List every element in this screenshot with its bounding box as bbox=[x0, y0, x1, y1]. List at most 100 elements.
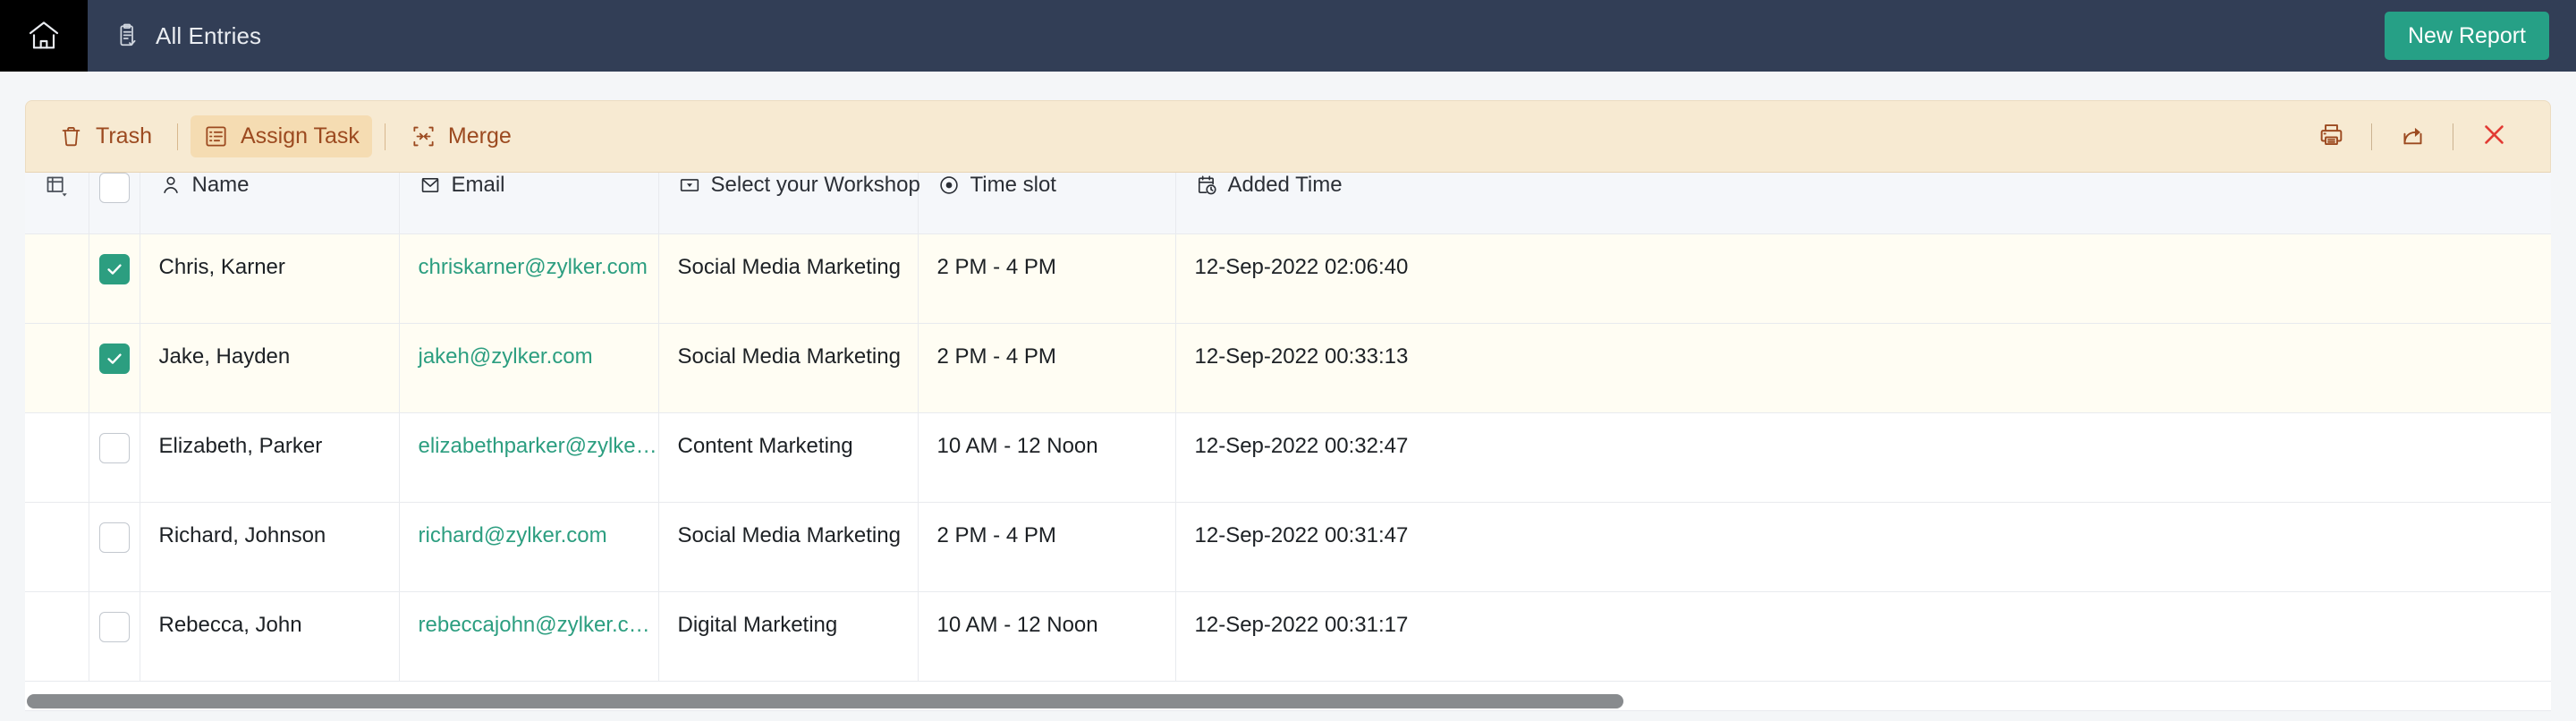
row-options-cell[interactable] bbox=[25, 591, 89, 682]
cell-workshop-text: Social Media Marketing bbox=[677, 522, 901, 547]
row-select-checkbox[interactable] bbox=[98, 253, 130, 284]
row-select-cell[interactable] bbox=[89, 233, 140, 324]
assign-task-button[interactable]: Assign Task bbox=[190, 115, 372, 157]
cell-name-text: Chris, Karner bbox=[158, 254, 285, 279]
column-header-workshop-label: Select your Workshop bbox=[710, 173, 920, 197]
column-header-timeslot[interactable]: Time slot bbox=[918, 173, 1176, 234]
horizontal-scrollbar-track[interactable] bbox=[25, 691, 2551, 711]
cell-name: Elizabeth, Parker bbox=[140, 412, 400, 503]
row-options-cell[interactable] bbox=[25, 233, 89, 324]
cell-workshop: Social Media Marketing bbox=[658, 233, 919, 324]
cell-name: Jake, Hayden bbox=[140, 323, 400, 413]
table-row[interactable]: Elizabeth, Parker elizabethparker@zylker.… bbox=[25, 412, 2551, 503]
toolbar-divider bbox=[176, 123, 178, 150]
row-select-cell[interactable] bbox=[89, 323, 140, 413]
cell-email[interactable]: richard@zylker.com bbox=[399, 502, 659, 592]
column-settings-cell[interactable] bbox=[25, 173, 89, 234]
cell-workshop: Social Media Marketing bbox=[658, 502, 919, 592]
cell-added-time-text: 12-Sep-2022 02:06:40 bbox=[1194, 254, 1409, 279]
row-select-checkbox[interactable] bbox=[98, 343, 130, 374]
table-row[interactable]: Chris, Karner chriskarner@zylker.com Socia… bbox=[25, 233, 2551, 324]
row-select-checkbox[interactable] bbox=[98, 432, 130, 463]
table-header-row: Name Email Select your Workshop Time slo… bbox=[25, 173, 2551, 234]
cell-workshop-text: Digital Marketing bbox=[677, 612, 838, 637]
toolbar-divider bbox=[384, 123, 386, 150]
close-toolbar-button[interactable] bbox=[2470, 113, 2518, 161]
cell-email-text[interactable]: chriskarner@zylker.com bbox=[400, 234, 658, 280]
page-bottom-strip bbox=[0, 712, 2576, 721]
row-options-cell[interactable] bbox=[25, 502, 89, 592]
table-row[interactable]: Richard, Johnson richard@zylker.com Social… bbox=[25, 502, 2551, 592]
cell-name: Rebecca, John bbox=[140, 591, 400, 682]
cell-timeslot-text: 2 PM - 4 PM bbox=[936, 344, 1056, 369]
column-header-timeslot-label: Time slot bbox=[970, 173, 1056, 197]
cell-added-time-text: 12-Sep-2022 00:32:47 bbox=[1194, 433, 1409, 458]
cell-email[interactable]: chriskarner@zylker.com bbox=[399, 233, 659, 324]
column-header-added-time-label: Added Time bbox=[1227, 173, 1343, 197]
cell-timeslot: 10 AM - 12 Noon bbox=[918, 591, 1176, 682]
table-row[interactable]: Rebecca, John rebeccajohn@zylker.com Digit… bbox=[25, 591, 2551, 682]
cell-name-text: Rebecca, John bbox=[158, 612, 302, 637]
row-select-cell[interactable] bbox=[89, 502, 140, 592]
breadcrumb: All Entries bbox=[114, 22, 261, 50]
cell-name: Richard, Johnson bbox=[140, 502, 400, 592]
toolbar-divider bbox=[2371, 123, 2372, 150]
column-header-name-label: Name bbox=[191, 173, 250, 197]
cell-email[interactable]: elizabethparker@zylker.com bbox=[399, 412, 659, 503]
cell-added-time: 12-Sep-2022 00:31:17 bbox=[1175, 591, 2551, 682]
row-select-cell[interactable] bbox=[89, 591, 140, 682]
cell-timeslot: 2 PM - 4 PM bbox=[918, 502, 1176, 592]
share-icon bbox=[2399, 121, 2427, 153]
cell-email[interactable]: rebeccajohn@zylker.com bbox=[399, 591, 659, 682]
row-select-cell[interactable] bbox=[89, 412, 140, 503]
cell-email-text[interactable]: elizabethparker@zylker.com bbox=[400, 413, 658, 459]
dropdown-icon bbox=[678, 174, 701, 197]
column-header-added-time[interactable]: Added Time bbox=[1175, 173, 2551, 234]
row-options-cell[interactable] bbox=[25, 323, 89, 413]
column-header-workshop[interactable]: Select your Workshop bbox=[658, 173, 920, 234]
cell-name-text: Elizabeth, Parker bbox=[158, 433, 323, 458]
cell-email-text[interactable]: richard@zylker.com bbox=[400, 503, 658, 548]
column-header-name[interactable]: Name bbox=[140, 173, 400, 234]
cell-email-text[interactable]: jakeh@zylker.com bbox=[400, 324, 658, 369]
trash-button[interactable]: Trash bbox=[46, 115, 165, 157]
select-all-cell[interactable] bbox=[89, 173, 140, 234]
cell-added-time: 12-Sep-2022 00:32:47 bbox=[1175, 412, 2551, 503]
toolbar-utility-group bbox=[2307, 113, 2518, 161]
cell-added-time-text: 12-Sep-2022 00:33:13 bbox=[1194, 344, 1409, 369]
cell-timeslot-text: 10 AM - 12 Noon bbox=[936, 433, 1098, 458]
cell-name: Chris, Karner bbox=[140, 233, 400, 324]
entries-table-container: Name Email Select your Workshop Time slo… bbox=[25, 173, 2551, 691]
cell-timeslot-text: 2 PM - 4 PM bbox=[936, 522, 1056, 547]
column-settings-icon[interactable] bbox=[25, 173, 89, 199]
top-navigation-bar: All Entries New Report bbox=[0, 0, 2576, 72]
cell-email-text[interactable]: rebeccajohn@zylker.com bbox=[400, 592, 658, 638]
print-button[interactable] bbox=[2307, 113, 2355, 161]
cell-workshop-text: Social Media Marketing bbox=[677, 344, 901, 369]
table-header: Name Email Select your Workshop Time slo… bbox=[25, 173, 2551, 234]
table-row[interactable]: Jake, Hayden jakeh@zylker.com Social Media… bbox=[25, 323, 2551, 413]
clipboard-check-icon bbox=[114, 22, 140, 49]
row-options-cell[interactable] bbox=[25, 412, 89, 503]
cell-email[interactable]: jakeh@zylker.com bbox=[399, 323, 659, 413]
cell-added-time: 12-Sep-2022 00:33:13 bbox=[1175, 323, 2551, 413]
row-select-checkbox[interactable] bbox=[98, 611, 130, 642]
cell-timeslot-text: 10 AM - 12 Noon bbox=[936, 612, 1098, 637]
cell-name-text: Richard, Johnson bbox=[158, 522, 326, 547]
bulk-action-toolbar: Trash Assign Task Merge bbox=[25, 100, 2551, 173]
row-select-checkbox[interactable] bbox=[98, 522, 130, 553]
column-header-email[interactable]: Email bbox=[399, 173, 659, 234]
new-report-button[interactable]: New Report bbox=[2385, 12, 2549, 60]
cell-workshop: Social Media Marketing bbox=[658, 323, 919, 413]
select-all-checkbox[interactable] bbox=[98, 173, 130, 203]
person-icon bbox=[159, 174, 182, 197]
cell-timeslot: 2 PM - 4 PM bbox=[918, 233, 1176, 324]
envelope-icon bbox=[419, 174, 442, 197]
home-button[interactable] bbox=[0, 0, 88, 72]
horizontal-scrollbar-thumb[interactable] bbox=[27, 694, 1623, 708]
merge-button[interactable]: Merge bbox=[398, 115, 524, 157]
merge-label: Merge bbox=[447, 123, 512, 148]
cell-workshop: Digital Marketing bbox=[658, 591, 919, 682]
breadcrumb-label: All Entries bbox=[156, 21, 262, 49]
share-button[interactable] bbox=[2388, 113, 2436, 161]
